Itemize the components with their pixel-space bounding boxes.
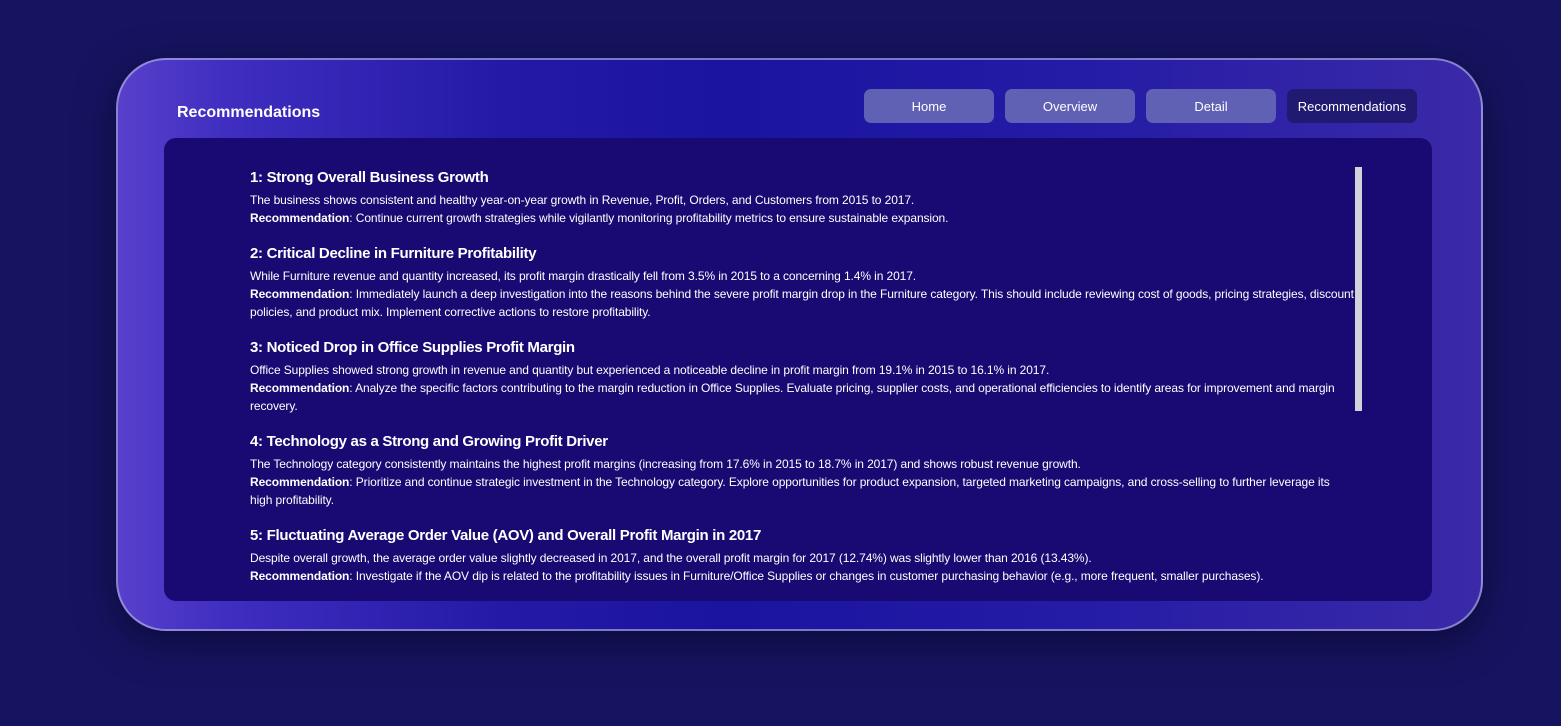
recommendation-item-1: 1: Strong Overall Business Growth The bu… [250, 168, 1354, 227]
recommendation-finding: The business shows consistent and health… [250, 193, 915, 207]
recommendation-item-2: 2: Critical Decline in Furniture Profita… [250, 244, 1354, 321]
recommendations-list: 1: Strong Overall Business Growth The bu… [250, 168, 1354, 601]
recommendation-action: Recommendation: Continue current growth … [250, 209, 1354, 227]
recommendation-title: 2: Critical Decline in Furniture Profita… [250, 245, 537, 262]
recommendation-label: Recommendation [250, 569, 350, 583]
recommendation-label: Recommendation [250, 381, 350, 395]
recommendation-label: Recommendation [250, 475, 350, 489]
recommendation-text: : Analyze the specific factors contribut… [250, 381, 1335, 413]
recommendation-item-5: 5: Fluctuating Average Order Value (AOV)… [250, 526, 1354, 585]
overview-button[interactable]: Overview [1005, 89, 1135, 123]
recommendation-finding: Despite overall growth, the average orde… [250, 551, 1092, 565]
recommendations-button[interactable]: Recommendations [1287, 89, 1417, 123]
recommendation-title: 1: Strong Overall Business Growth [250, 169, 489, 186]
recommendation-text: : Continue current growth strategies whi… [349, 211, 949, 225]
recommendation-title: 3: Noticed Drop in Office Supplies Profi… [250, 339, 575, 356]
recommendation-action: Recommendation: Analyze the specific fac… [250, 379, 1354, 415]
recommendation-label: Recommendation [250, 287, 350, 301]
recommendation-action: Recommendation: Immediately launch a dee… [250, 285, 1354, 321]
home-button[interactable]: Home [864, 89, 994, 123]
recommendation-item-4: 4: Technology as a Strong and Growing Pr… [250, 432, 1354, 509]
report-card: Recommendations Home Overview Detail Rec… [116, 58, 1483, 631]
recommendation-text: : Prioritize and continue strategic inve… [250, 475, 1330, 507]
page-title: Recommendations [177, 104, 321, 121]
recommendation-finding: Office Supplies showed strong growth in … [250, 363, 1050, 377]
recommendation-title: 4: Technology as a Strong and Growing Pr… [250, 433, 608, 450]
recommendation-title: 5: Fluctuating Average Order Value (AOV)… [250, 527, 761, 544]
scrollbar-thumb[interactable] [1355, 167, 1362, 411]
recommendation-action: Recommendation: Investigate if the AOV d… [250, 567, 1354, 585]
recommendation-item-3: 3: Noticed Drop in Office Supplies Profi… [250, 338, 1354, 415]
recommendation-action: Recommendation: Prioritize and continue … [250, 473, 1354, 509]
recommendations-panel[interactable]: 1: Strong Overall Business Growth The bu… [164, 138, 1432, 601]
detail-button[interactable]: Detail [1146, 89, 1276, 123]
recommendation-label: Recommendation [250, 211, 350, 225]
recommendation-text: : Investigate if the AOV dip is related … [349, 569, 1264, 583]
recommendation-finding: While Furniture revenue and quantity inc… [250, 269, 917, 283]
recommendation-finding: The Technology category consistently mai… [250, 457, 1081, 471]
recommendation-text: : Immediately launch a deep investigatio… [250, 287, 1354, 319]
